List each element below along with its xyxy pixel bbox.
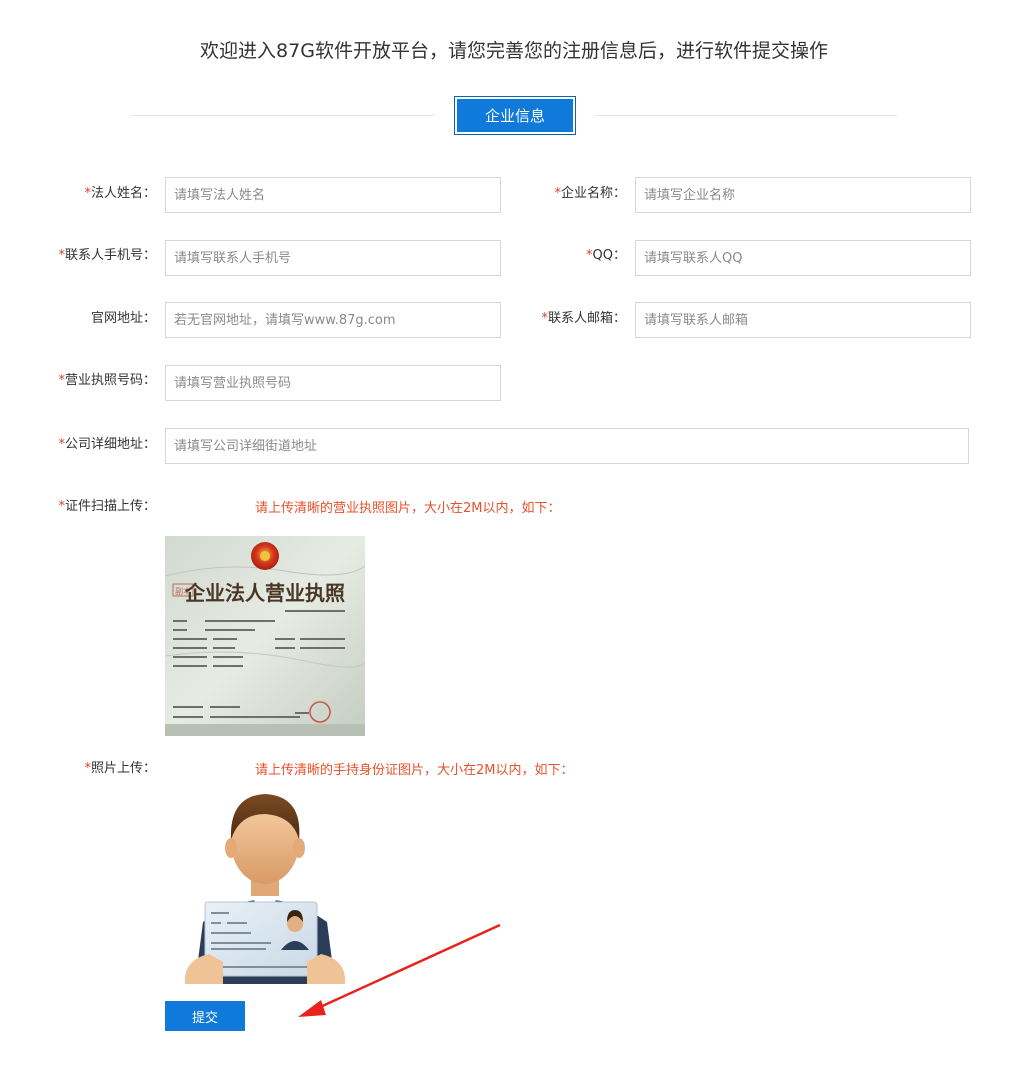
photo-upload-hint: 请上传清晰的手持身份证图片，大小在2M以内，如下： [255, 763, 574, 778]
address-input[interactable] [165, 428, 969, 464]
license-number-input[interactable] [165, 365, 501, 401]
contact-email-label: *联系人邮箱： [541, 311, 626, 326]
section-divider-left [131, 115, 435, 116]
section-divider-right [595, 115, 897, 116]
address-label: *公司详细地址： [58, 437, 156, 452]
license-number-label: *营业执照号码： [58, 373, 156, 388]
section-tab-company-info: 企业信息 [454, 96, 576, 135]
qq-input[interactable] [635, 240, 971, 276]
photo-upload-label: *照片上传： [84, 761, 156, 776]
contact-email-input[interactable] [635, 302, 971, 338]
contact-phone-input[interactable] [165, 240, 501, 276]
qq-label: *QQ： [586, 248, 626, 263]
legal-name-input[interactable] [165, 177, 501, 213]
license-upload-label: *证件扫描上传： [58, 499, 156, 514]
id-photo-sample-image[interactable] [165, 782, 365, 984]
company-name-label: *企业名称： [554, 186, 626, 201]
license-sample-image[interactable]: 副本 企业法人营业执照 [165, 536, 365, 736]
license-upload-hint: 请上传清晰的营业执照图片，大小在2M以内，如下： [255, 501, 561, 516]
red-arrow-annotation [298, 923, 501, 1017]
welcome-heading: 欢迎进入87G软件开放平台，请您完善您的注册信息后，进行软件提交操作 [200, 40, 828, 62]
contact-phone-label: *联系人手机号： [58, 248, 156, 263]
website-label: 官网地址： [90, 311, 156, 326]
submit-button[interactable]: 提交 [165, 1001, 245, 1031]
company-name-input[interactable] [635, 177, 971, 213]
legal-name-label: *法人姓名： [84, 186, 156, 201]
website-input[interactable] [165, 302, 501, 338]
section-tab-label: 企业信息 [457, 99, 573, 132]
license-title-text: 企业法人营业执照 [184, 581, 345, 605]
